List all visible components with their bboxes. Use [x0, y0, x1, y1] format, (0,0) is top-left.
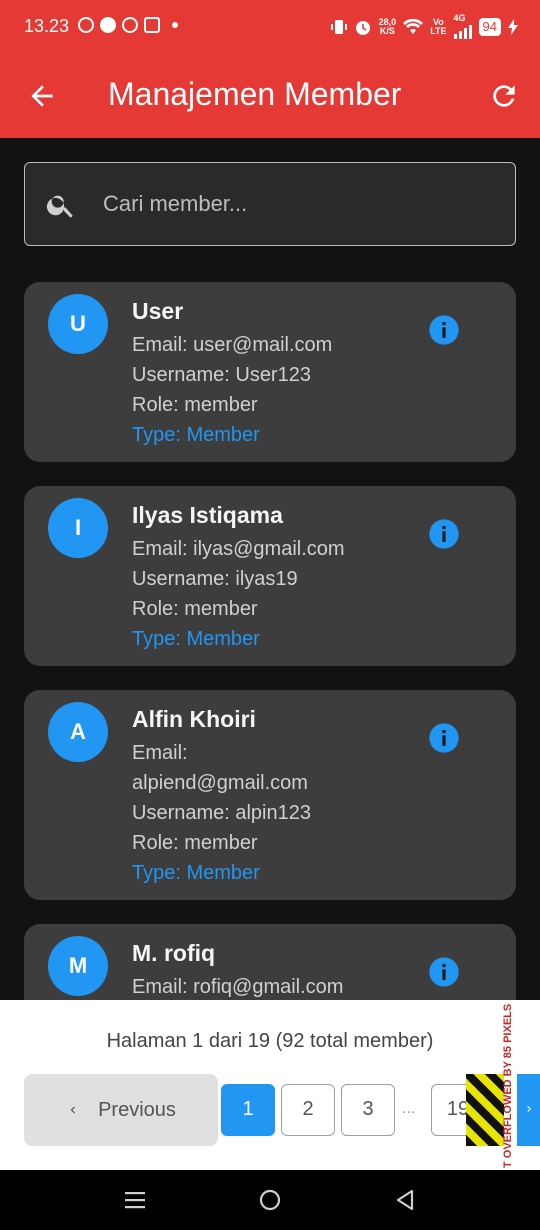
overflow-warning-text: T OVERFLOWED BY 85 PIXELS	[502, 1003, 514, 1168]
member-card[interactable]: U User Email: user@mail.com Username: Us…	[24, 282, 516, 462]
notification-icons	[78, 17, 178, 33]
member-username: Username: User123	[132, 364, 311, 386]
member-email: Email: user@mail.com	[132, 334, 333, 356]
wifi-icon	[403, 18, 424, 34]
member-name: Ilyas Istiqama	[132, 502, 283, 528]
signal-icon	[453, 23, 472, 39]
member-type: Type: Member	[132, 628, 260, 650]
previous-label: Previous	[98, 1098, 176, 1121]
messenger-icon	[100, 17, 116, 33]
more-notifications-dot-icon	[172, 22, 178, 28]
search-input[interactable]: Cari member...	[24, 162, 516, 246]
member-role: Role: member	[132, 394, 258, 416]
overflow-warning-stripe	[466, 1074, 504, 1146]
status-time: 13.23	[24, 16, 70, 36]
page-info: Halaman 1 dari 19 (92 total member)	[106, 1030, 434, 1052]
next-button[interactable]	[517, 1074, 540, 1146]
avatar: M	[48, 936, 108, 996]
chevron-right-icon	[526, 1106, 531, 1112]
recent-apps-icon[interactable]	[124, 1189, 146, 1211]
page-ellipsis: ...	[402, 1100, 416, 1117]
member-type: Type: Member	[132, 424, 260, 446]
info-icon[interactable]	[428, 518, 460, 550]
member-name: User	[132, 298, 184, 324]
member-role: Role: member	[132, 598, 258, 620]
info-icon[interactable]	[428, 722, 460, 754]
volte-indicator: Vo LTE	[430, 16, 447, 36]
page-title: Manajemen Member	[108, 76, 402, 112]
app-header: 13.23 28,0 K/S Vo LTE 4G 94 Manajemen Me…	[0, 0, 540, 138]
previous-button[interactable]: Previous	[24, 1074, 218, 1146]
net-speed: 28,0 K/S	[378, 16, 397, 36]
whatsapp-icon	[78, 17, 94, 33]
member-card[interactable]: I Ilyas Istiqama Email: ilyas@gmail.com …	[24, 486, 516, 666]
vibrate-icon	[330, 19, 347, 34]
system-status-icons: 28,0 K/S Vo LTE 4G 94	[330, 13, 518, 39]
page-button-2[interactable]: 2	[281, 1084, 335, 1136]
avatar: A	[48, 702, 108, 762]
charging-bolt-icon	[508, 18, 518, 35]
battery-level: 94	[478, 17, 501, 36]
member-name: Alfin Khoiri	[132, 706, 256, 732]
search-placeholder: Cari member...	[103, 191, 248, 216]
system-navigation-bar	[0, 1170, 540, 1230]
back-arrow-icon[interactable]	[26, 80, 58, 112]
status-bar: 13.23 28,0 K/S Vo LTE 4G 94	[0, 0, 540, 56]
pagination-panel: Halaman 1 dari 19 (92 total member) Prev…	[0, 1000, 540, 1170]
page-button-1[interactable]: 1	[221, 1084, 275, 1136]
avatar: U	[48, 294, 108, 354]
member-email: Email: ilyas@gmail.com	[132, 538, 345, 560]
refresh-icon[interactable]	[488, 80, 520, 112]
info-icon[interactable]	[428, 314, 460, 346]
network-type: 4G	[453, 13, 466, 23]
settings-gear-icon	[122, 17, 138, 33]
member-name: M. rofiq	[132, 940, 216, 966]
instagram-icon	[144, 17, 160, 33]
page-button-3[interactable]: 3	[341, 1084, 395, 1136]
alarm-icon	[355, 20, 370, 35]
back-triangle-icon[interactable]	[394, 1188, 416, 1212]
overflow-warning: T OVERFLOWED BY 85 PIXELS	[500, 1003, 518, 1168]
info-icon[interactable]	[428, 956, 460, 988]
member-type: Type: Member	[132, 862, 260, 884]
member-email: Email: rofiq@gmail.com	[132, 976, 344, 998]
member-card[interactable]: A Alfin Khoiri Email: alpiend@gmail.com …	[24, 690, 516, 900]
avatar: I	[48, 498, 108, 558]
member-username: Username: ilyas19	[132, 568, 298, 590]
member-role: Role: member	[132, 832, 258, 854]
member-username: Username: alpin123	[132, 802, 311, 824]
member-email-value: alpiend@gmail.com	[132, 772, 308, 794]
search-icon	[46, 195, 73, 218]
home-icon[interactable]	[258, 1188, 282, 1212]
member-email-label: Email:	[132, 742, 188, 764]
chevron-left-icon	[70, 1106, 76, 1114]
